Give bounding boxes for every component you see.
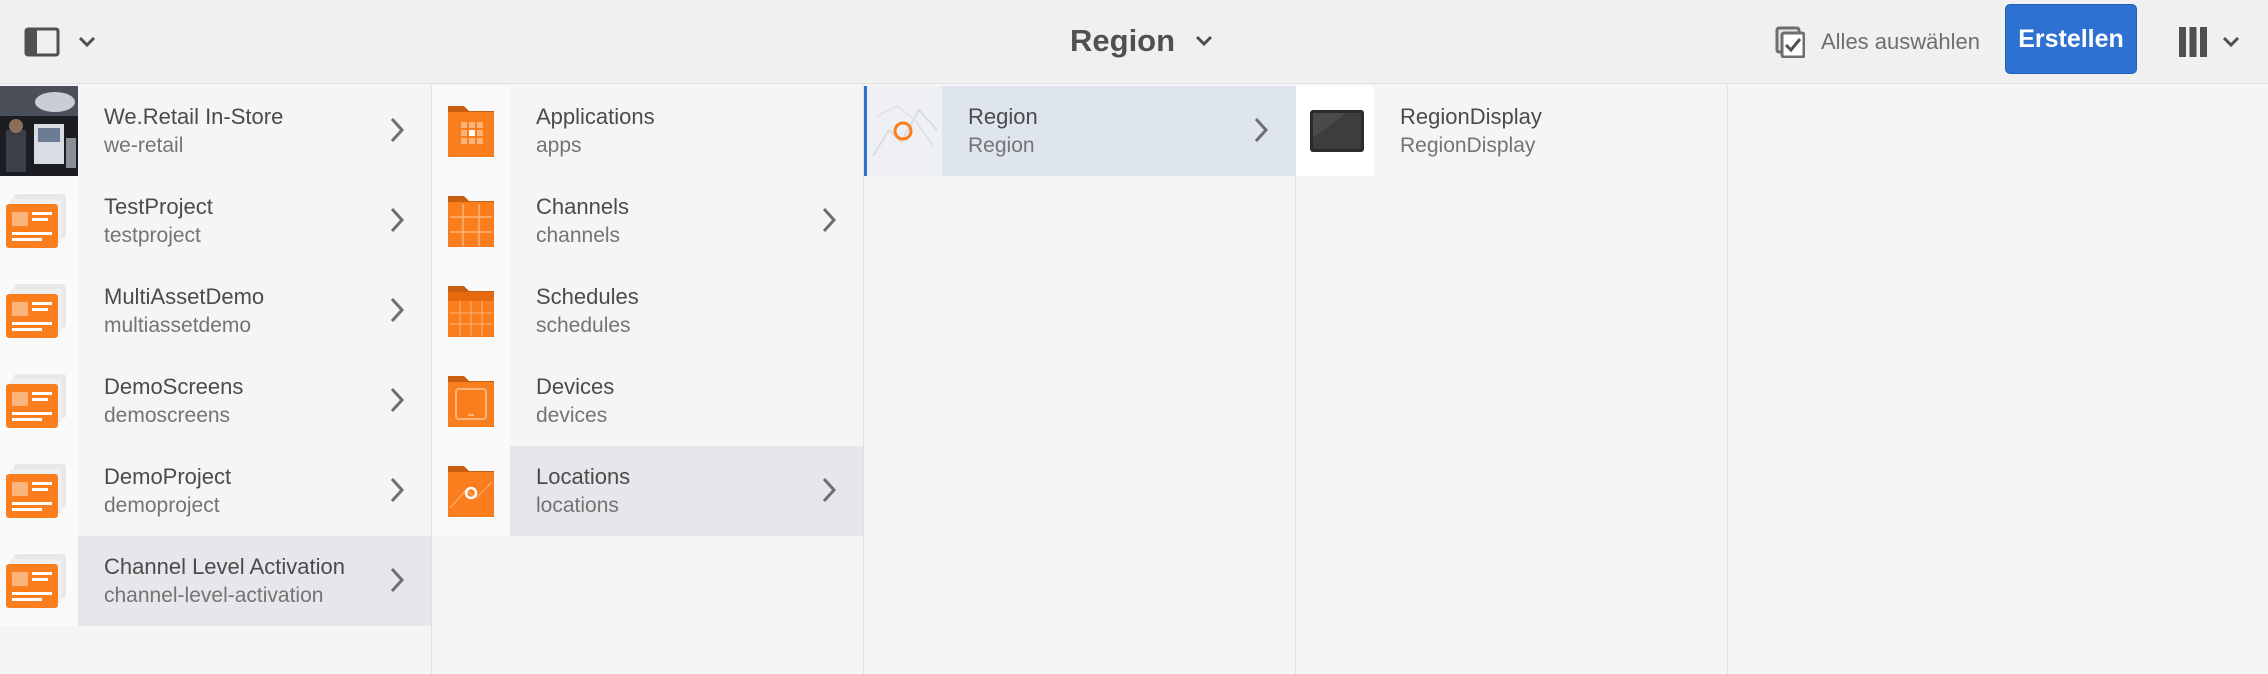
item-title: Devices [536,374,615,399]
column-project-folders: Applications apps Channels channels Sche… [432,86,864,674]
list-item[interactable]: Channels channels [432,176,863,266]
column-projects: We.Retail In-Store we-retail TestProject… [0,86,432,674]
sidebar-rail-icon [24,27,60,57]
item-subtitle: channel-level-activation [104,584,324,607]
list-item[interactable]: MultiAssetDemo multiassetdemo [0,266,431,356]
item-title: Locations [536,464,631,489]
item-subtitle: demoscreens [104,404,231,427]
item-title: We.Retail In-Store [104,104,284,129]
list-item[interactable]: DemoProject demoproject [0,446,431,536]
checkbox-icon [1775,26,1805,58]
top-bar: Region Alles auswählen Erstellen [0,0,2268,84]
create-button[interactable]: Erstellen [2005,4,2137,74]
photo-thumbnail [0,86,78,176]
title-dropdown[interactable]: Region [1070,18,1213,64]
chevron-right-icon [822,207,837,233]
chevron-right-icon [390,207,405,233]
chevron-down-icon [2222,36,2240,48]
item-title: Channel Level Activation [104,554,345,579]
chevron-down-icon [1196,35,1213,47]
column-displays: RegionDisplay RegionDisplay [1296,86,1728,674]
devices-folder-icon [432,356,510,446]
list-item[interactable]: RegionDisplay RegionDisplay [1296,86,1727,176]
item-title: Applications [536,104,655,129]
map-pin-icon [867,86,942,176]
item-subtitle: we-retail [104,134,184,157]
column-empty [1728,86,2268,674]
applications-folder-icon [432,86,510,176]
item-title: Schedules [536,284,639,309]
project-icon [0,176,78,266]
item-subtitle: RegionDisplay [1400,134,1536,157]
item-title: TestProject [104,194,213,219]
display-icon [1296,86,1374,176]
chevron-right-icon [390,567,405,593]
page-title: Region [1070,23,1176,58]
item-subtitle: devices [536,404,608,427]
list-item[interactable]: Region Region [864,86,1295,176]
rail-toggle-button[interactable] [24,22,110,62]
select-all-button[interactable]: Alles auswählen [1775,24,1980,60]
list-item[interactable]: DemoScreens demoscreens [0,356,431,446]
chevron-right-icon [822,477,837,503]
project-icon [0,536,78,626]
project-icon [0,356,78,446]
chevron-down-icon [78,36,96,48]
list-item[interactable]: Schedules schedules [432,266,863,356]
item-subtitle: multiassetdemo [104,314,252,337]
list-item[interactable]: TestProject testproject [0,176,431,266]
item-title: MultiAssetDemo [104,284,265,309]
chevron-right-icon [390,477,405,503]
chevron-right-icon [390,387,405,413]
item-subtitle: demoproject [104,494,220,517]
chevron-right-icon [390,117,405,143]
item-subtitle: testproject [104,224,201,247]
item-title: DemoProject [104,464,232,489]
item-title: DemoScreens [104,374,244,399]
item-title: Region [968,104,1038,129]
item-subtitle: locations [536,494,619,517]
view-switcher[interactable] [2178,22,2248,62]
column-view-icon [2179,27,2207,57]
project-icon [0,266,78,356]
channels-folder-icon [432,176,510,266]
schedules-folder-icon [432,266,510,356]
list-item[interactable]: Channel Level Activation channel-level-a… [0,536,431,626]
select-all-label: Alles auswählen [1821,29,1980,54]
list-item[interactable]: We.Retail In-Store we-retail [0,86,431,176]
item-subtitle: channels [536,224,621,247]
item-subtitle: Region [968,134,1035,157]
list-item[interactable]: Applications apps [432,86,863,176]
chevron-right-icon [390,297,405,323]
locations-folder-icon [432,446,510,536]
item-subtitle: apps [536,134,582,157]
column-locations: Region Region [864,86,1296,674]
item-title: RegionDisplay [1400,104,1542,129]
item-title: Channels [536,194,629,219]
chevron-right-icon [1254,117,1269,143]
list-item[interactable]: Devices devices [432,356,863,446]
item-subtitle: schedules [536,314,631,337]
list-item[interactable]: Locations locations [432,446,863,536]
project-icon [0,446,78,536]
